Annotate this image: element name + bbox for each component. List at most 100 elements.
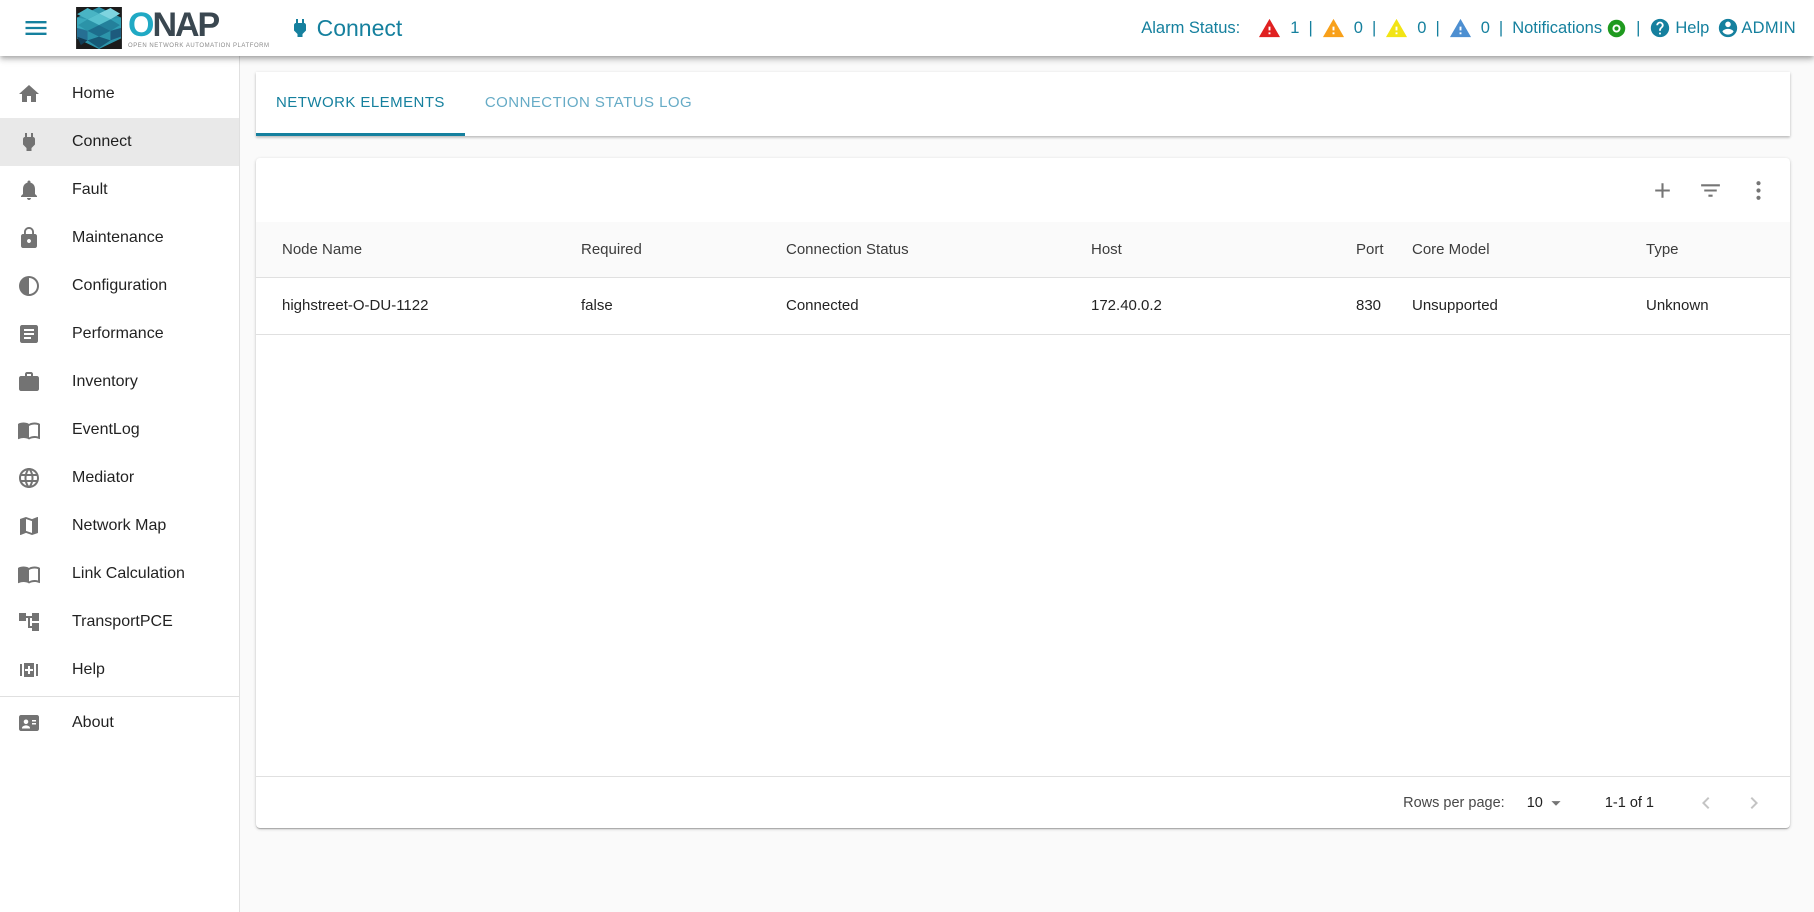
dropdown-arrow-icon xyxy=(1545,792,1567,814)
alarm-minor[interactable]: 0 xyxy=(1385,17,1426,40)
contrast-icon xyxy=(17,274,41,298)
help-circle-icon xyxy=(1649,17,1671,39)
sidebar-item-connect[interactable]: Connect xyxy=(0,118,239,166)
main-content: NETWORK ELEMENTS CONNECTION STATUS LOG xyxy=(240,56,1814,912)
help-label: Help xyxy=(1675,19,1709,38)
alarm-warning[interactable]: 0 xyxy=(1449,17,1490,40)
alarm-status-label: Alarm Status: xyxy=(1141,19,1240,38)
sidebar-item-fault[interactable]: Fault xyxy=(0,166,239,214)
page-title: Connect xyxy=(317,15,403,42)
alarm-critical-count: 1 xyxy=(1290,19,1299,38)
sidebar-item-performance[interactable]: Performance xyxy=(0,310,239,358)
sidebar-item-network-map[interactable]: Network Map xyxy=(0,502,239,550)
separator: | xyxy=(1371,19,1377,38)
onap-hexagon-icon xyxy=(76,7,122,49)
alarm-critical-icon xyxy=(1258,17,1281,40)
logo-subtext: OPEN NETWORK AUTOMATION PLATFORM xyxy=(128,43,270,49)
lock-icon xyxy=(17,226,41,250)
separator: | xyxy=(1635,19,1641,38)
column-header-node-name[interactable]: Node Name xyxy=(256,222,565,277)
contact-card-icon xyxy=(17,711,41,735)
onap-logo: ONAP OPEN NETWORK AUTOMATION PLATFORM xyxy=(76,7,270,49)
help-button[interactable]: Help xyxy=(1649,17,1709,39)
cell-type: Unknown xyxy=(1630,277,1790,334)
plug-icon xyxy=(288,16,312,40)
reader-icon xyxy=(17,322,41,346)
bell-icon xyxy=(17,178,41,202)
sidebar-item-home[interactable]: Home xyxy=(0,70,239,118)
tab-bar: NETWORK ELEMENTS CONNECTION STATUS LOG xyxy=(256,72,1790,136)
sidebar-item-maintenance[interactable]: Maintenance xyxy=(0,214,239,262)
filter-icon xyxy=(1698,178,1723,203)
filter-button[interactable] xyxy=(1686,166,1734,214)
column-header-core-model[interactable]: Core Model xyxy=(1396,222,1630,277)
add-icon xyxy=(1650,178,1675,203)
plug-icon xyxy=(17,130,41,154)
app-header: ONAP OPEN NETWORK AUTOMATION PLATFORM Co… xyxy=(0,0,1814,56)
sidebar-divider xyxy=(0,696,239,697)
notifications-toggle[interactable]: Notifications xyxy=(1512,18,1627,39)
help-box-icon xyxy=(17,658,41,682)
cell-connection-status: Connected xyxy=(770,277,1075,334)
sidebar-item-transportpce[interactable]: TransportPCE xyxy=(0,598,239,646)
sidebar-item-link-calculation[interactable]: Link Calculation xyxy=(0,550,239,598)
network-tree-icon xyxy=(17,610,41,634)
app-title-wrap: Connect xyxy=(288,15,403,42)
column-header-host[interactable]: Host xyxy=(1075,222,1340,277)
map-icon xyxy=(17,514,41,538)
tab-network-elements[interactable]: NETWORK ELEMENTS xyxy=(256,72,465,136)
alarm-minor-icon xyxy=(1385,17,1408,40)
sidebar-item-about[interactable]: About xyxy=(0,699,239,747)
cell-port: 830 xyxy=(1340,277,1396,334)
rows-per-page-label: Rows per page: xyxy=(1403,795,1505,811)
sidebar-item-help[interactable]: Help xyxy=(0,646,239,694)
more-vert-icon xyxy=(1746,178,1771,203)
separator: | xyxy=(1307,19,1313,38)
column-header-port[interactable]: Port xyxy=(1340,222,1396,277)
home-icon xyxy=(17,82,41,106)
sidebar-item-configuration[interactable]: Configuration xyxy=(0,262,239,310)
table-header-row: Node Name Required Connection Status Hos… xyxy=(256,222,1790,277)
menu-button[interactable] xyxy=(12,4,60,52)
column-header-required[interactable]: Required xyxy=(565,222,770,277)
logo-wordmark: ONAP xyxy=(128,8,270,42)
notifications-status-icon xyxy=(1606,18,1627,39)
column-header-connection-status[interactable]: Connection Status xyxy=(770,222,1075,277)
table-pagination: Rows per page: 10 1-1 of 1 xyxy=(256,776,1790,828)
previous-page-button[interactable] xyxy=(1682,779,1730,827)
cell-node-name: highstreet-O-DU-1122 xyxy=(256,277,565,334)
rows-per-page-select[interactable]: 10 xyxy=(1527,792,1567,814)
next-page-button[interactable] xyxy=(1730,779,1778,827)
globe-icon xyxy=(17,466,41,490)
alarm-warning-icon xyxy=(1449,17,1472,40)
tab-connection-status-log[interactable]: CONNECTION STATUS LOG xyxy=(465,72,712,136)
sidebar-item-inventory[interactable]: Inventory xyxy=(0,358,239,406)
header-status-bar: Alarm Status: 1 | 0 | 0 | 0 | Notificati… xyxy=(1141,17,1814,40)
separator: | xyxy=(1434,19,1440,38)
notifications-label: Notifications xyxy=(1512,19,1602,38)
column-header-type[interactable]: Type xyxy=(1630,222,1790,277)
cell-host: 172.40.0.2 xyxy=(1075,277,1340,334)
cell-required: false xyxy=(565,277,770,334)
table-row[interactable]: highstreet-O-DU-1122 false Connected 172… xyxy=(256,277,1790,334)
table-empty-space xyxy=(256,335,1790,777)
separator: | xyxy=(1498,19,1504,38)
alarm-major-count: 0 xyxy=(1354,19,1363,38)
chevron-right-icon xyxy=(1742,791,1766,815)
sidebar-item-eventlog[interactable]: EventLog xyxy=(0,406,239,454)
open-book-icon xyxy=(17,562,41,586)
user-menu[interactable]: ADMIN xyxy=(1717,17,1796,39)
network-elements-card: Node Name Required Connection Status Hos… xyxy=(256,158,1790,828)
alarm-major[interactable]: 0 xyxy=(1322,17,1363,40)
alarm-critical[interactable]: 1 xyxy=(1258,17,1299,40)
alarm-warning-count: 0 xyxy=(1481,19,1490,38)
sidebar-item-mediator[interactable]: Mediator xyxy=(0,454,239,502)
table-toolbar xyxy=(256,158,1790,222)
cell-core-model: Unsupported xyxy=(1396,277,1630,334)
more-button[interactable] xyxy=(1734,166,1782,214)
alarm-major-icon xyxy=(1322,17,1345,40)
sidebar: Home Connect Fault Maintenance Configura… xyxy=(0,56,240,912)
add-button[interactable] xyxy=(1638,166,1686,214)
open-book-icon xyxy=(17,418,41,442)
pagination-range: 1-1 of 1 xyxy=(1605,795,1654,811)
